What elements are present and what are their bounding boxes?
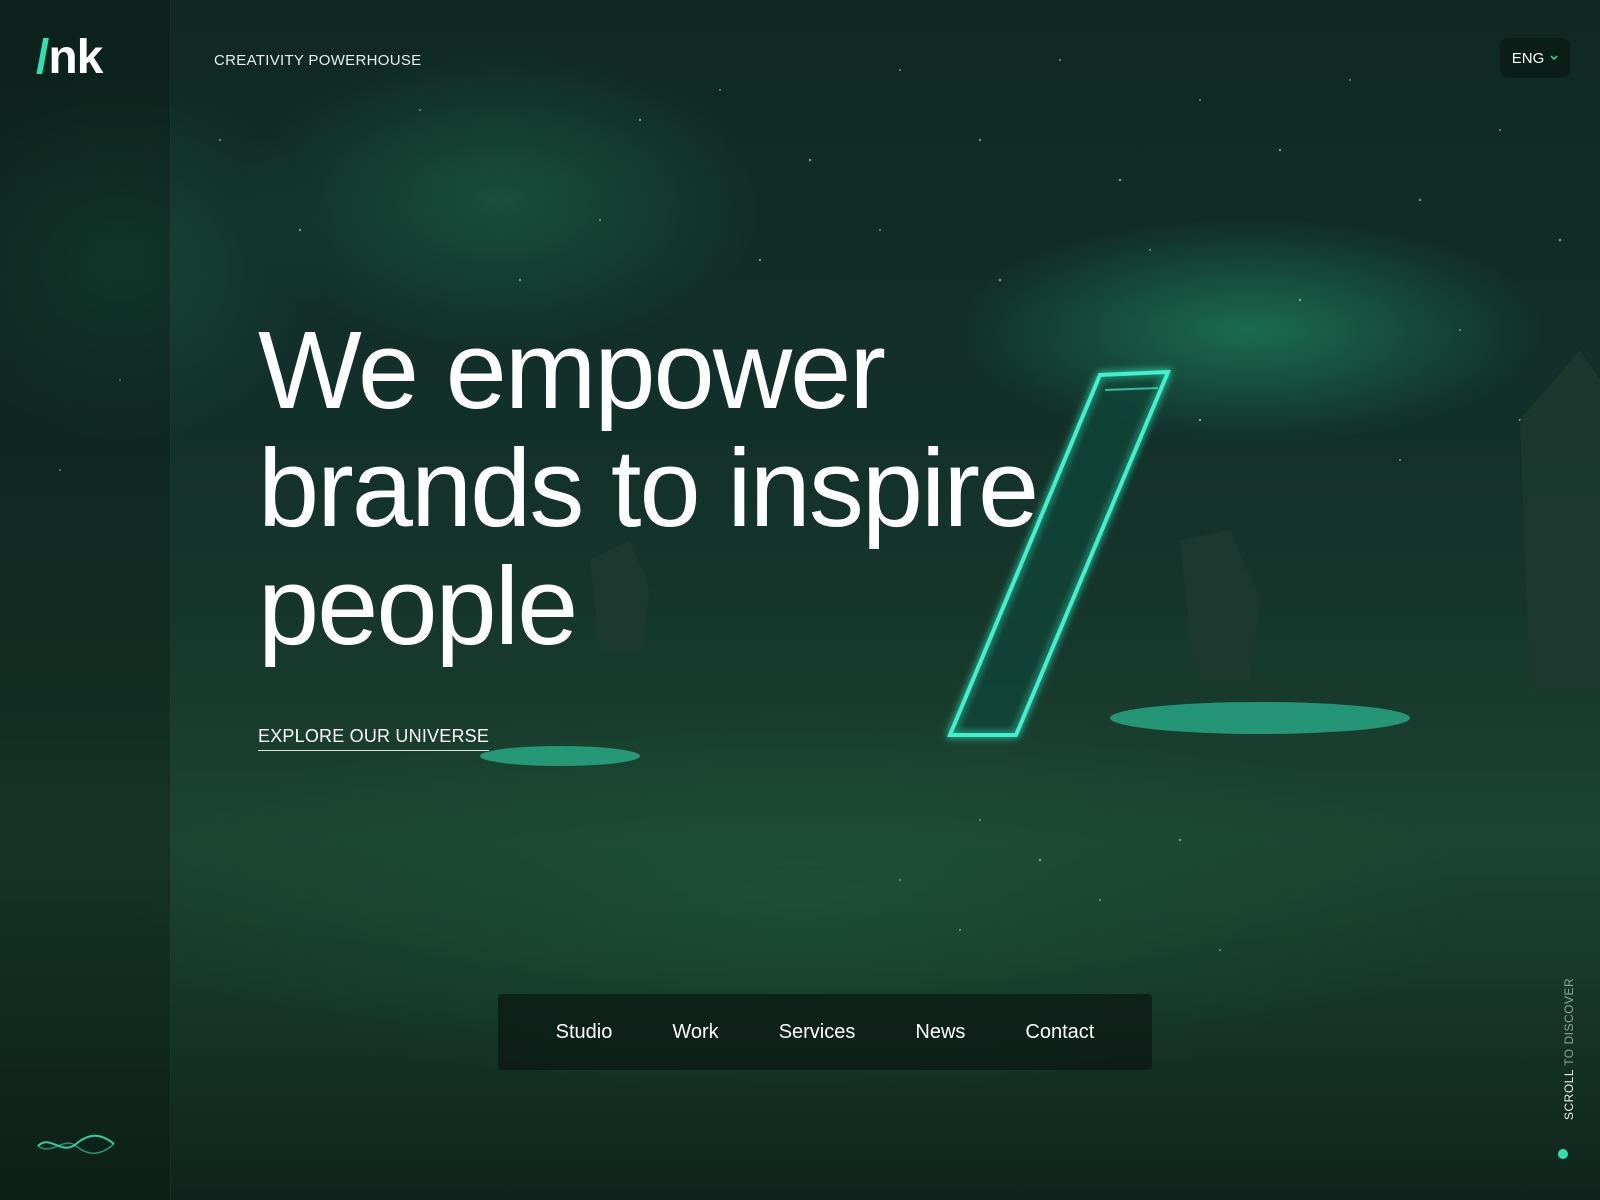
- nav-item-news[interactable]: News: [915, 1021, 965, 1044]
- nav-item-services[interactable]: Services: [779, 1021, 856, 1044]
- tagline: CREATIVITY POWERHOUSE: [214, 52, 422, 69]
- scroll-indicator-dot: [1558, 1149, 1568, 1159]
- nav-item-contact[interactable]: Contact: [1025, 1021, 1094, 1044]
- sound-wave-icon[interactable]: [36, 1132, 116, 1158]
- language-switcher[interactable]: ENG: [1500, 38, 1570, 78]
- scroll-hint-text: SCROLL TO DISCOVER: [1562, 978, 1576, 1120]
- scroll-hint-soft: TO DISCOVER: [1562, 977, 1576, 1070]
- main-nav: Studio Work Services News Contact: [498, 994, 1152, 1070]
- hero-headline: We empower brands to inspire people: [258, 312, 1158, 666]
- headline-line: We empower: [258, 309, 886, 432]
- headline-line: brands to inspire: [258, 427, 1039, 550]
- logo[interactable]: /nk: [36, 28, 103, 88]
- logo-text: nk: [48, 31, 103, 84]
- logo-slash: /: [36, 31, 49, 84]
- explore-universe-link[interactable]: EXPLORE OUR UNIVERSE: [258, 726, 490, 751]
- scroll-hint[interactable]: SCROLL TO DISCOVER: [1552, 978, 1576, 1130]
- nav-item-studio[interactable]: Studio: [556, 1021, 613, 1044]
- scroll-hint-strong: SCROLL: [1562, 1069, 1576, 1120]
- language-label: ENG: [1511, 49, 1545, 67]
- nav-item-work[interactable]: Work: [672, 1021, 718, 1044]
- headline-line: people: [258, 545, 578, 668]
- chevron-down-icon: [1550, 55, 1558, 61]
- left-rail: [0, 0, 171, 1200]
